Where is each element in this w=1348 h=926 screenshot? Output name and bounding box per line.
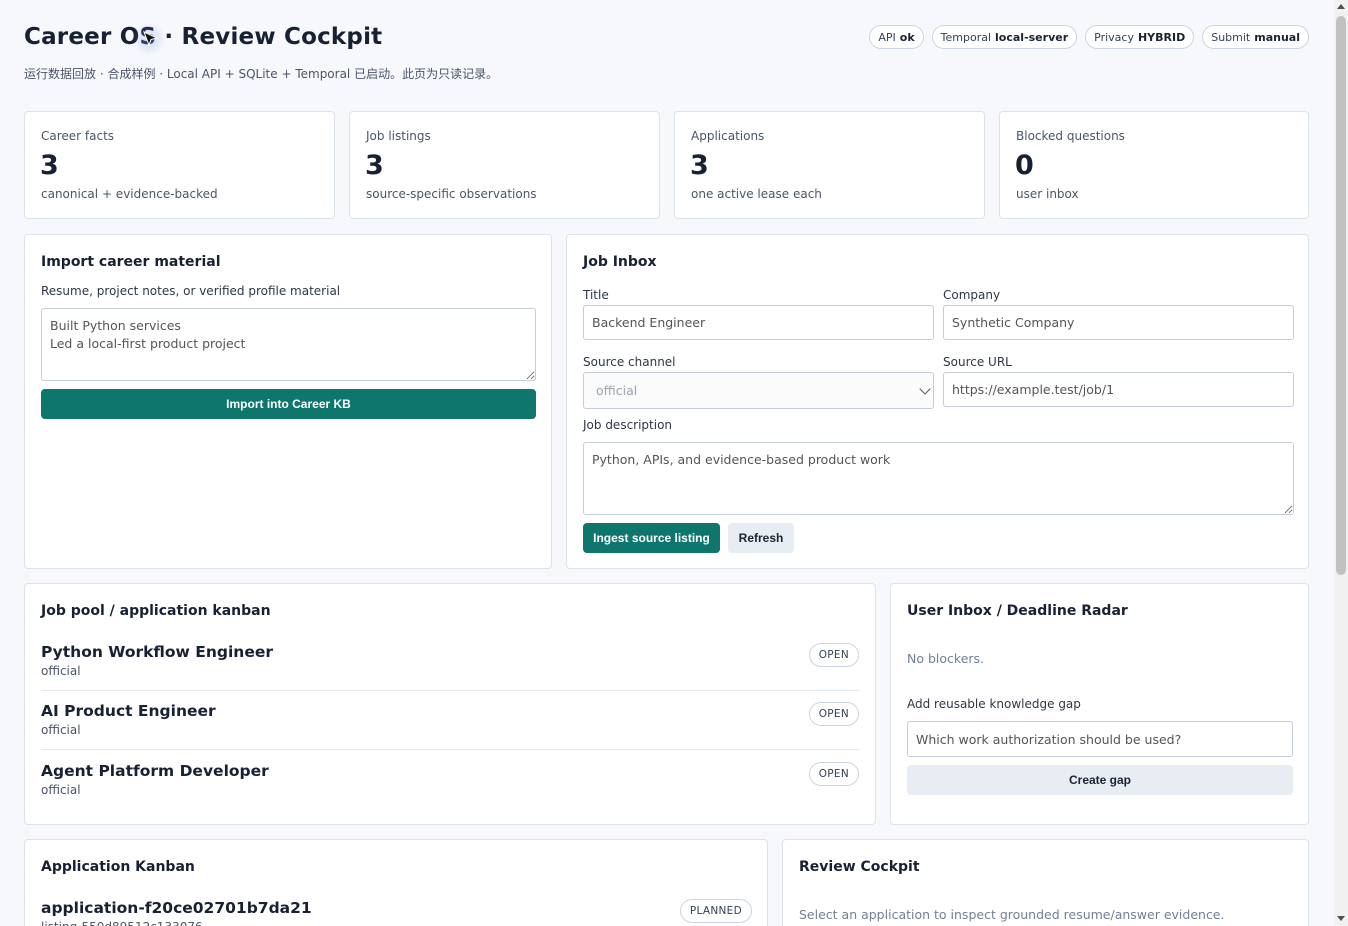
- stat-card-blocked-questions: Blocked questions 0 user inbox: [999, 111, 1309, 219]
- stat-desc: canonical + evidence-backed: [41, 187, 218, 201]
- source-url-input[interactable]: [943, 372, 1294, 407]
- pill-temporal: Temporal local-server: [931, 25, 1078, 49]
- pill-submit: Submit manual: [1202, 25, 1309, 49]
- title-label: Title: [583, 288, 609, 302]
- job-title: Python Workflow Engineer: [41, 643, 274, 661]
- review-title: Review Cockpit: [799, 859, 920, 875]
- stat-value: 3: [365, 150, 384, 181]
- scroll-down-icon[interactable]: [1337, 916, 1345, 921]
- stat-label: Career facts: [41, 129, 115, 143]
- application-kanban-panel: Application Kanban application-f20ce0270…: [24, 839, 768, 926]
- create-gap-button[interactable]: Create gap: [907, 765, 1293, 795]
- stat-label: Job listings: [366, 129, 431, 143]
- stat-label: Applications: [691, 129, 765, 143]
- job-title-input[interactable]: [583, 305, 934, 340]
- application-row[interactable]: application-f20ce02701b7da21 listing-550…: [41, 899, 752, 926]
- stat-desc: user inbox: [1016, 187, 1079, 201]
- stat-value: 0: [1015, 150, 1034, 181]
- page-subtitle: 运行数据回放 · 合成样例 · Local API + SQLite + Tem…: [24, 67, 499, 81]
- pill-value: local-server: [995, 30, 1069, 44]
- gap-label: Add reusable knowledge gap: [907, 697, 1081, 711]
- pill-key: Submit: [1211, 30, 1251, 44]
- divider: [41, 749, 859, 750]
- status-badge: OPEN: [808, 643, 859, 667]
- job-channel: official: [41, 664, 81, 678]
- pill-value: manual: [1254, 30, 1300, 44]
- channel-label: Source channel: [583, 355, 676, 369]
- import-label: Resume, project notes, or verified profi…: [41, 284, 341, 298]
- job-pool-title: Job pool / application kanban: [41, 603, 271, 619]
- page-title: Career OS · Review Cockpit: [24, 24, 383, 50]
- source-channel-select[interactable]: official: [583, 372, 934, 409]
- status-badge: OPEN: [808, 702, 859, 726]
- url-label: Source URL: [943, 355, 1012, 369]
- review-empty-text: Select an application to inspect grounde…: [799, 907, 1225, 922]
- pill-privacy: Privacy HYBRID: [1085, 25, 1195, 49]
- header: Career OS · Review Cockpit 运行数据回放 · 合成样例…: [24, 24, 1309, 84]
- job-channel: official: [41, 723, 81, 737]
- job-row[interactable]: Python Workflow Engineer official OPEN: [41, 643, 859, 703]
- status-badge: OPEN: [808, 762, 859, 786]
- company-label: Company: [943, 288, 1001, 302]
- knowledge-gap-input[interactable]: [907, 721, 1293, 757]
- scrollbar[interactable]: [1334, 0, 1348, 926]
- description-label: Job description: [583, 418, 673, 432]
- stat-label: Blocked questions: [1016, 129, 1125, 143]
- pill-value: ok: [899, 30, 915, 44]
- career-material-textarea[interactable]: [41, 308, 536, 381]
- import-title: Import career material: [41, 254, 221, 270]
- import-panel: Import career material Resume, project n…: [24, 234, 552, 569]
- stat-desc: source-specific observations: [366, 187, 537, 201]
- no-blockers-text: No blockers.: [907, 651, 985, 666]
- job-description-textarea[interactable]: [583, 442, 1294, 515]
- status-badge: PLANNED: [679, 899, 752, 923]
- import-button[interactable]: Import into Career KB: [41, 389, 536, 419]
- scroll-up-icon[interactable]: [1337, 4, 1345, 9]
- kanban-title: Application Kanban: [41, 859, 195, 875]
- pill-key: API: [878, 30, 896, 44]
- application-listing: listing-550d89512c133076: [41, 920, 203, 926]
- stat-value: 3: [690, 150, 709, 181]
- status-pills: API ok Temporal local-server Privacy HYBRID…: [869, 25, 1309, 49]
- user-inbox-title: User Inbox / Deadline Radar: [907, 603, 1128, 619]
- job-pool-panel: Job pool / application kanban Python Wor…: [24, 583, 876, 825]
- pill-api: API ok: [869, 25, 924, 49]
- stat-card-applications: Applications 3 one active lease each: [674, 111, 985, 219]
- job-channel: official: [41, 783, 81, 797]
- pill-key: Privacy: [1094, 30, 1134, 44]
- stat-card-career-facts: Career facts 3 canonical + evidence-back…: [24, 111, 335, 219]
- pill-value: HYBRID: [1137, 30, 1186, 44]
- review-cockpit-panel: Review Cockpit Select an application to …: [782, 839, 1309, 926]
- scrollbar-thumb[interactable]: [1336, 16, 1346, 575]
- application-id: application-f20ce02701b7da21: [41, 899, 312, 917]
- job-inbox-title: Job Inbox: [583, 254, 657, 270]
- ingest-button[interactable]: Ingest source listing: [583, 523, 720, 553]
- job-title: Agent Platform Developer: [41, 762, 269, 780]
- divider: [41, 690, 859, 691]
- user-inbox-panel: User Inbox / Deadline Radar No blockers.…: [890, 583, 1309, 825]
- refresh-button[interactable]: Refresh: [728, 523, 794, 553]
- job-inbox-panel: Job Inbox Title Company Source channel o…: [566, 234, 1309, 569]
- stat-value: 3: [40, 150, 59, 181]
- job-title: AI Product Engineer: [41, 702, 216, 720]
- company-input[interactable]: [943, 305, 1294, 340]
- pill-key: Temporal: [940, 30, 992, 44]
- job-row[interactable]: AI Product Engineer official OPEN: [41, 702, 859, 762]
- stat-desc: one active lease each: [691, 187, 822, 201]
- job-row[interactable]: Agent Platform Developer official OPEN: [41, 762, 859, 822]
- mouse-cursor-icon: [143, 31, 159, 47]
- stat-card-job-listings: Job listings 3 source-specific observati…: [349, 111, 660, 219]
